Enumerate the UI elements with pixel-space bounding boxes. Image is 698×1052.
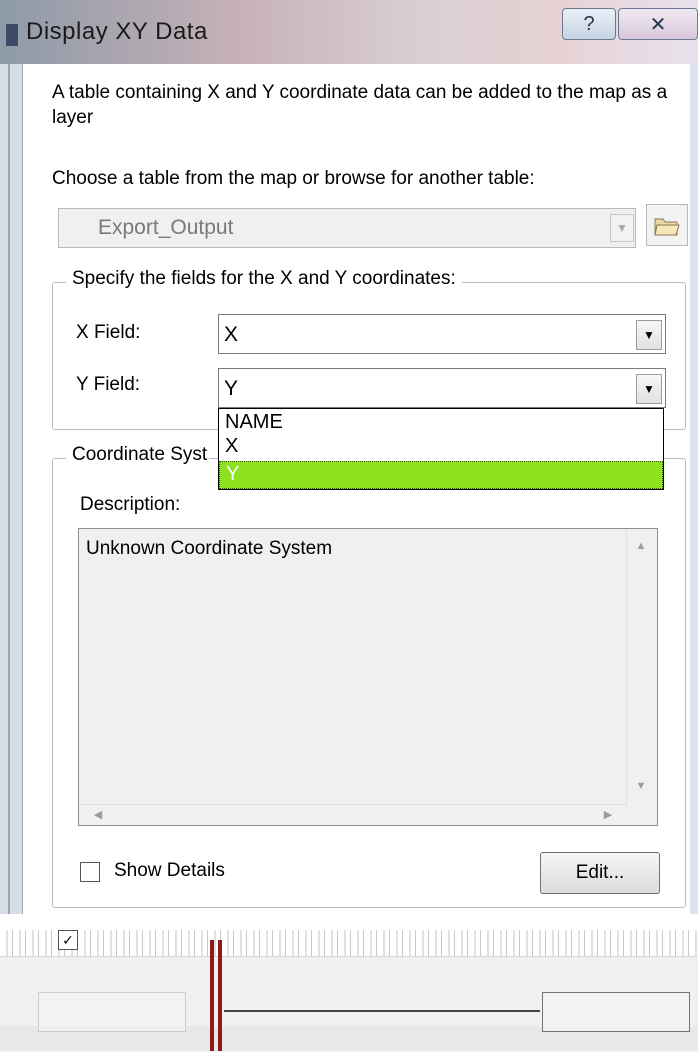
- window-icon: [6, 24, 18, 46]
- close-button[interactable]: ✕: [618, 8, 698, 40]
- close-icon: ✕: [649, 13, 667, 36]
- chevron-down-icon[interactable]: ▼: [636, 320, 662, 350]
- vertical-scrollbar[interactable]: [626, 530, 657, 806]
- y-field-dropdown-list[interactable]: NAME X Y: [218, 408, 664, 490]
- dropdown-option[interactable]: NAME: [225, 411, 283, 433]
- x-field-value: X: [224, 323, 239, 346]
- chevron-down-icon[interactable]: ▼: [636, 374, 662, 404]
- scroll-down-icon[interactable]: ▼: [626, 776, 656, 796]
- x-field-label: X Field:: [76, 322, 141, 343]
- help-icon: ?: [583, 12, 595, 35]
- help-button[interactable]: ?: [562, 8, 616, 40]
- dropdown-option[interactable]: X: [225, 435, 238, 457]
- xy-fields-legend: Specify the fields for the X and Y coord…: [66, 268, 462, 290]
- glitch-bar: [210, 940, 214, 1051]
- coordinate-system-legend: Coordinate Syst: [66, 444, 210, 466]
- glitch-strip: [0, 930, 698, 956]
- warn-checkbox[interactable]: ✓: [58, 930, 78, 950]
- folder-open-icon: [654, 218, 680, 236]
- glitch-line: [224, 1010, 540, 1012]
- x-field-select[interactable]: [218, 314, 666, 354]
- scroll-up-icon[interactable]: ▲: [626, 536, 656, 556]
- chevron-down-icon[interactable]: ▼: [610, 214, 634, 242]
- intro-text: A table containing X and Y coordinate da…: [52, 82, 668, 128]
- window-frame-right: [690, 64, 698, 914]
- show-details-label[interactable]: Show Details: [114, 860, 225, 882]
- choose-table-label: Choose a table from the map or browse fo…: [52, 168, 535, 189]
- description-textarea[interactable]: [78, 528, 658, 826]
- description-text: Unknown Coordinate System: [86, 538, 333, 559]
- edit-button[interactable]: Edit...: [540, 852, 660, 894]
- y-field-value: Y: [224, 377, 239, 400]
- show-details-checkbox[interactable]: [80, 862, 100, 882]
- browse-button[interactable]: [646, 204, 688, 246]
- y-field-label: Y Field:: [76, 374, 141, 395]
- y-field-select[interactable]: [218, 368, 666, 408]
- glitch-bar: [218, 940, 222, 1051]
- horizontal-scrollbar[interactable]: [80, 804, 626, 825]
- description-label: Description:: [80, 494, 181, 515]
- window-frame-line: [8, 64, 10, 914]
- cancel-button[interactable]: [542, 992, 690, 1032]
- scroll-left-icon[interactable]: ◀: [88, 804, 108, 824]
- dropdown-option-selected[interactable]: Y: [219, 461, 663, 489]
- ok-button[interactable]: [38, 992, 186, 1032]
- window-frame-left: [0, 64, 23, 914]
- window-title: Display XY Data: [26, 18, 208, 45]
- table-select-value: Export_Output: [98, 216, 234, 239]
- scroll-right-icon[interactable]: ▶: [598, 804, 618, 824]
